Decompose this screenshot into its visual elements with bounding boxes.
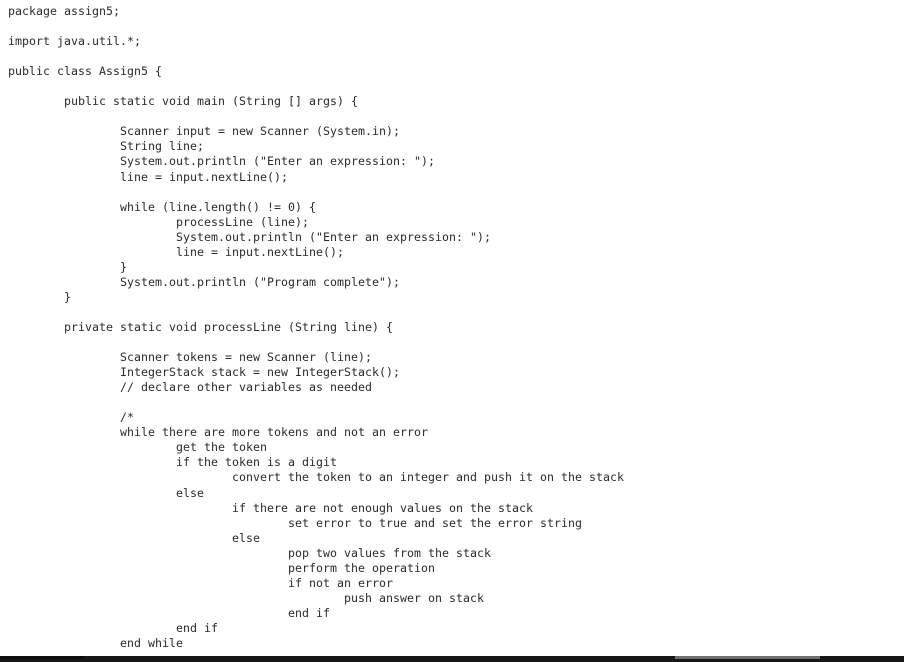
code-line: System.out.println ("Enter an expression… bbox=[8, 229, 492, 244]
code-page: package assign5; import java.util.*; pub… bbox=[0, 0, 904, 662]
code-line: String line; bbox=[8, 139, 205, 154]
code-line: } bbox=[8, 289, 72, 304]
code-line: // declare other variables as needed bbox=[8, 380, 373, 395]
code-line: else bbox=[8, 530, 261, 545]
code-line: line = input.nextLine(); bbox=[8, 169, 289, 184]
code-line: public class Assign5 { bbox=[8, 64, 163, 79]
code-line: end if bbox=[8, 605, 331, 620]
code-line: convert the token to an integer and push… bbox=[8, 470, 625, 485]
code-line: end while bbox=[8, 635, 184, 650]
code-line: pop two values from the stack bbox=[8, 545, 492, 560]
code-line: IntegerStack stack = new IntegerStack(); bbox=[8, 365, 401, 380]
code-line: package assign5; bbox=[8, 4, 121, 18]
code-line: processLine (line); bbox=[8, 214, 310, 229]
window-bottom-edge-left-segment bbox=[0, 656, 84, 659]
code-line: } bbox=[8, 259, 128, 274]
code-line: if there are not enough values on the st… bbox=[8, 500, 534, 515]
code-line: else bbox=[8, 485, 205, 500]
code-line: line = input.nextLine(); bbox=[8, 244, 345, 259]
code-line: get the token bbox=[8, 440, 268, 455]
code-line: end if bbox=[8, 620, 219, 635]
code-line: Scanner tokens = new Scanner (line); bbox=[8, 350, 373, 365]
code-line: private static void processLine (String … bbox=[8, 319, 394, 334]
code-line: perform the operation bbox=[8, 560, 436, 575]
code-line: /* bbox=[8, 410, 135, 425]
code-line: Scanner input = new Scanner (System.in); bbox=[8, 124, 401, 139]
horizontal-scrollbar-thumb[interactable] bbox=[675, 656, 820, 659]
code-line: while there are more tokens and not an e… bbox=[8, 425, 429, 440]
code-line: if the token is a digit bbox=[8, 455, 338, 470]
code-line: System.out.println ("Program complete"); bbox=[8, 274, 401, 289]
code-line: push answer on stack bbox=[8, 590, 485, 605]
code-line: set error to true and set the error stri… bbox=[8, 515, 583, 530]
code-line: public static void main (String [] args)… bbox=[8, 94, 359, 109]
code-line: System.out.println ("Enter an expression… bbox=[8, 154, 436, 169]
code-line: if not an error bbox=[8, 575, 394, 590]
code-line: import java.util.*; bbox=[8, 34, 142, 49]
source-code-listing: package assign5; import java.util.*; pub… bbox=[8, 4, 624, 651]
code-line: while (line.length() != 0) { bbox=[8, 199, 317, 214]
